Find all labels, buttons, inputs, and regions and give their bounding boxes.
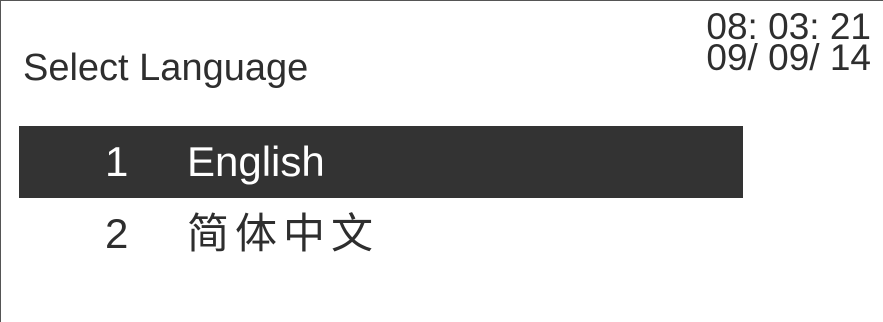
option-label: English — [187, 138, 325, 185]
page-title: Select Language — [23, 47, 309, 89]
date-readout: 09/ 09/ 14 — [706, 37, 871, 78]
language-menu: 1 English 2 简体中文 — [19, 126, 743, 270]
language-option-english[interactable]: 1 English — [19, 126, 743, 198]
language-selection-screen: Select Language 08: 03: 21 09/ 09/ 14 1 … — [0, 0, 883, 322]
language-option-simplified-chinese[interactable]: 2 简体中文 — [19, 198, 743, 270]
option-number: 2 — [105, 210, 129, 257]
option-number: 1 — [105, 138, 129, 185]
option-label: 简体中文 — [187, 209, 380, 258]
clock-display: 08: 03: 21 09/ 09/ 14 — [706, 8, 871, 78]
